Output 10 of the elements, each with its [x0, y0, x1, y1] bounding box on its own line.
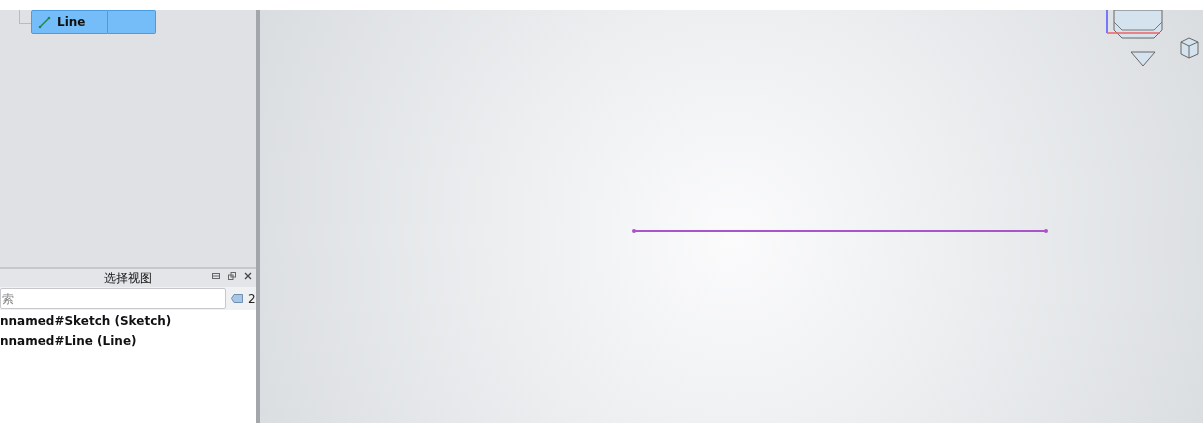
- selection-item[interactable]: nnamed#Line (Line): [0, 331, 256, 351]
- clear-icon[interactable]: [231, 294, 243, 303]
- selection-item[interactable]: nnamed#Sketch (Sketch): [0, 311, 256, 331]
- panel-title: 选择视图: [104, 270, 152, 287]
- close-icon[interactable]: [244, 272, 252, 280]
- float-icon: [228, 272, 236, 280]
- pin-icon: [212, 272, 220, 280]
- line-tool-icon: [38, 15, 51, 29]
- result-count: 2: [248, 290, 256, 308]
- search-field[interactable]: 索: [0, 288, 226, 309]
